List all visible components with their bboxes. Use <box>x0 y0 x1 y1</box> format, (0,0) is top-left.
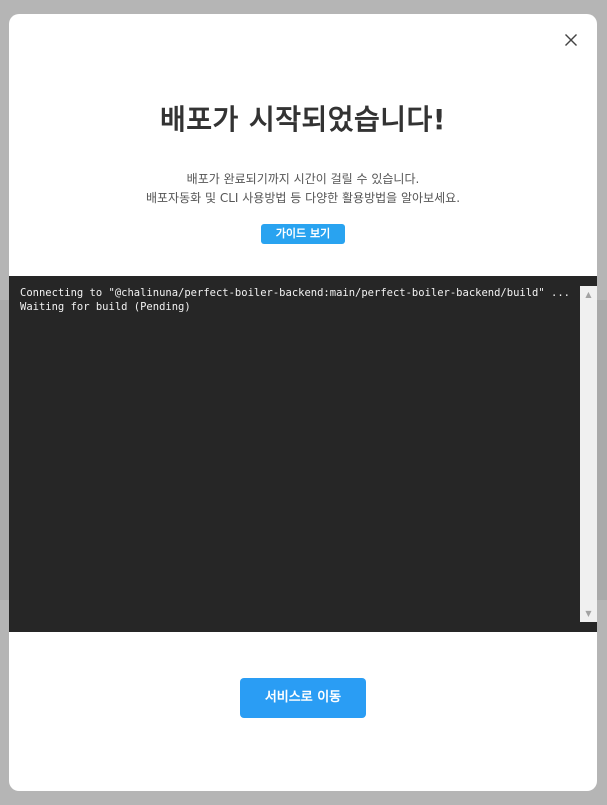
deploy-dialog: 배포가 시작되었습니다! 배포가 완료되기까지 시간이 걸릴 수 있습니다. 배… <box>9 14 597 791</box>
terminal-scrollbar[interactable]: ▲ ▼ <box>580 286 597 622</box>
build-log-terminal[interactable]: Connecting to "@chalinuna/perfect-boiler… <box>9 276 597 632</box>
close-icon <box>565 34 577 46</box>
terminal-line: Connecting to "@chalinuna/perfect-boiler… <box>20 287 570 299</box>
dialog-description: 배포가 완료되기까지 시간이 걸릴 수 있습니다. 배포자동화 및 CLI 사용… <box>9 170 597 208</box>
terminal-output: Connecting to "@chalinuna/perfect-boiler… <box>20 286 570 314</box>
description-line-1: 배포가 완료되기까지 시간이 걸릴 수 있습니다. <box>186 172 420 186</box>
scroll-up-arrow-icon[interactable]: ▲ <box>580 286 597 303</box>
background-panel-left <box>0 300 9 600</box>
terminal-line: Waiting for build (Pending) <box>20 301 191 313</box>
scroll-down-arrow-icon[interactable]: ▼ <box>580 605 597 622</box>
description-line-2: 배포자동화 및 CLI 사용방법 등 다양한 활용방법을 알아보세요. <box>145 191 461 205</box>
dialog-title: 배포가 시작되었습니다! <box>159 103 447 136</box>
background-panel-right <box>597 300 607 600</box>
guide-button[interactable]: 가이드 보기 <box>261 224 345 244</box>
go-to-service-button[interactable]: 서비스로 이동 <box>240 678 366 718</box>
close-button[interactable] <box>563 32 579 48</box>
